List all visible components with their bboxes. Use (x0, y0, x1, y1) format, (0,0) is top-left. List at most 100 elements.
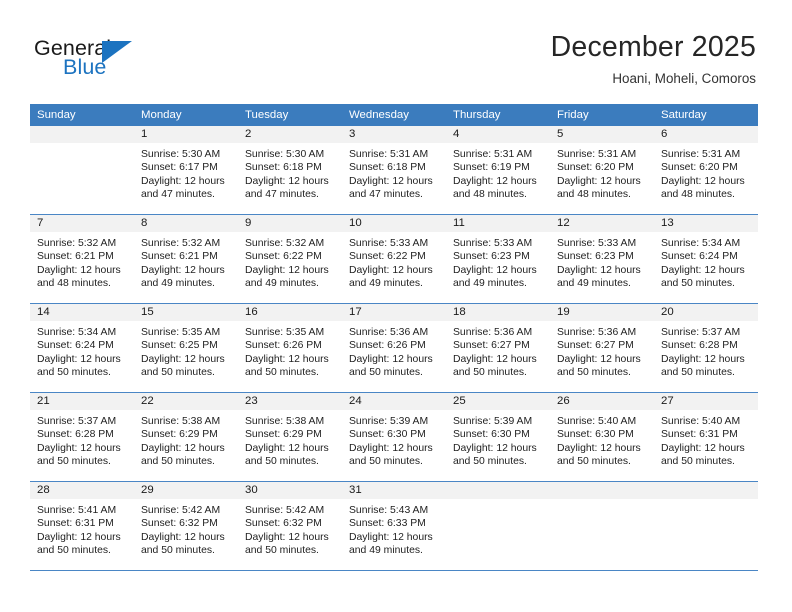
day-details: Sunrise: 5:42 AM Sunset: 6:32 PM Daylight:… (134, 499, 238, 558)
day-number: 19 (550, 304, 654, 321)
day-number: 22 (134, 393, 238, 410)
daylight-duration-line2: and 50 minutes. (661, 367, 735, 379)
calendar-day-cell[interactable]: 25 Sunrise: 5:39 AM Sunset: 6:30 PM Dayligh… (446, 392, 550, 482)
calendar-day-cell[interactable]: 22 Sunrise: 5:38 AM Sunset: 6:29 PM Dayligh… (134, 392, 238, 482)
day-details: Sunrise: 5:32 AM Sunset: 6:21 PM Daylight:… (30, 232, 134, 291)
daylight-duration-line1: Daylight: 12 hours (245, 175, 329, 187)
day-details: Sunrise: 5:31 AM Sunset: 6:20 PM Daylight:… (550, 143, 654, 202)
daylight-duration-line2: and 50 minutes. (245, 367, 319, 379)
calendar-day-cell[interactable]: 12 Sunrise: 5:33 AM Sunset: 6:23 PM Dayligh… (550, 214, 654, 304)
sunrise-time: Sunrise: 5:32 AM (37, 238, 117, 249)
sunset-time: Sunset: 6:27 PM (453, 340, 530, 352)
daylight-duration-line1: Daylight: 12 hours (661, 442, 745, 454)
calendar-page: General Blue December 2025 Hoani, Moheli… (0, 0, 792, 612)
sunset-time: Sunset: 6:25 PM (141, 340, 218, 352)
weekday-header-saturday: Saturday (654, 104, 758, 126)
sunrise-time: Sunrise: 5:43 AM (349, 505, 429, 516)
sunset-time: Sunset: 6:21 PM (141, 251, 218, 263)
daylight-duration-line1: Daylight: 12 hours (453, 175, 537, 187)
day-number (446, 482, 550, 499)
daylight-duration-line2: and 50 minutes. (141, 456, 215, 468)
daylight-duration-line2: and 50 minutes. (141, 545, 215, 557)
calendar-day-cell[interactable]: 16 Sunrise: 5:35 AM Sunset: 6:26 PM Dayligh… (238, 303, 342, 393)
sunset-time: Sunset: 6:23 PM (453, 251, 530, 263)
calendar-day-cell[interactable]: 21 Sunrise: 5:37 AM Sunset: 6:28 PM Dayligh… (30, 392, 134, 482)
calendar-day-cell[interactable]: 13 Sunrise: 5:34 AM Sunset: 6:24 PM Dayligh… (654, 214, 758, 304)
calendar-header-row: Sunday Monday Tuesday Wednesday Thursday… (30, 104, 758, 126)
calendar-day-cell[interactable]: 27 Sunrise: 5:40 AM Sunset: 6:31 PM Dayligh… (654, 392, 758, 482)
day-details: Sunrise: 5:36 AM Sunset: 6:27 PM Daylight:… (446, 321, 550, 380)
calendar-day-cell[interactable]: 8 Sunrise: 5:32 AM Sunset: 6:21 PM Daylight… (134, 214, 238, 304)
daylight-duration-line1: Daylight: 12 hours (141, 175, 225, 187)
calendar-day-cell[interactable]: 20 Sunrise: 5:37 AM Sunset: 6:28 PM Dayligh… (654, 303, 758, 393)
daylight-duration-line2: and 50 minutes. (349, 367, 423, 379)
calendar-day-cell[interactable]: 10 Sunrise: 5:33 AM Sunset: 6:22 PM Dayligh… (342, 214, 446, 304)
day-details: Sunrise: 5:35 AM Sunset: 6:25 PM Daylight:… (134, 321, 238, 380)
daylight-duration-line1: Daylight: 12 hours (141, 442, 225, 454)
calendar-day-cell[interactable]: 19 Sunrise: 5:36 AM Sunset: 6:27 PM Dayligh… (550, 303, 654, 393)
sunset-time: Sunset: 6:28 PM (37, 429, 114, 441)
day-number: 20 (654, 304, 758, 321)
sunrise-time: Sunrise: 5:30 AM (245, 149, 325, 160)
day-details: Sunrise: 5:39 AM Sunset: 6:30 PM Daylight:… (342, 410, 446, 469)
day-number: 16 (238, 304, 342, 321)
day-number: 2 (238, 126, 342, 143)
sunset-time: Sunset: 6:31 PM (661, 429, 738, 441)
sunset-time: Sunset: 6:17 PM (141, 162, 218, 174)
daylight-duration-line1: Daylight: 12 hours (141, 264, 225, 276)
calendar-day-cell[interactable]: 15 Sunrise: 5:35 AM Sunset: 6:25 PM Dayligh… (134, 303, 238, 393)
day-number (550, 482, 654, 499)
calendar-day-cell[interactable]: 4 Sunrise: 5:31 AM Sunset: 6:19 PM Daylight… (446, 126, 550, 215)
calendar-day-cell[interactable]: 5 Sunrise: 5:31 AM Sunset: 6:20 PM Daylight… (550, 126, 654, 215)
calendar-day-cell[interactable]: 29 Sunrise: 5:42 AM Sunset: 6:32 PM Dayligh… (134, 481, 238, 571)
calendar-day-cell[interactable]: 26 Sunrise: 5:40 AM Sunset: 6:30 PM Dayligh… (550, 392, 654, 482)
sunrise-time: Sunrise: 5:36 AM (557, 327, 637, 338)
sunset-time: Sunset: 6:30 PM (349, 429, 426, 441)
sunrise-time: Sunrise: 5:42 AM (245, 505, 325, 516)
sunrise-time: Sunrise: 5:38 AM (141, 416, 221, 427)
daylight-duration-line1: Daylight: 12 hours (661, 353, 745, 365)
day-number: 17 (342, 304, 446, 321)
sunrise-time: Sunrise: 5:33 AM (453, 238, 533, 249)
calendar-day-cell[interactable]: 24 Sunrise: 5:39 AM Sunset: 6:30 PM Dayligh… (342, 392, 446, 482)
day-number: 9 (238, 215, 342, 232)
sunset-time: Sunset: 6:22 PM (349, 251, 426, 263)
sunset-time: Sunset: 6:18 PM (349, 162, 426, 174)
calendar-day-cell[interactable]: 11 Sunrise: 5:33 AM Sunset: 6:23 PM Dayligh… (446, 214, 550, 304)
calendar-day-cell[interactable]: 31 Sunrise: 5:43 AM Sunset: 6:33 PM Dayligh… (342, 481, 446, 571)
calendar-day-cell[interactable]: 23 Sunrise: 5:38 AM Sunset: 6:29 PM Dayligh… (238, 392, 342, 482)
sunset-time: Sunset: 6:33 PM (349, 518, 426, 530)
day-details: Sunrise: 5:30 AM Sunset: 6:18 PM Daylight:… (238, 143, 342, 202)
sunrise-time: Sunrise: 5:36 AM (349, 327, 429, 338)
calendar-week-row: 1 Sunrise: 5:30 AM Sunset: 6:17 PM Daylight… (30, 126, 758, 215)
calendar-day-cell[interactable]: 28 Sunrise: 5:41 AM Sunset: 6:31 PM Dayligh… (30, 481, 134, 571)
sunrise-time: Sunrise: 5:35 AM (245, 327, 325, 338)
calendar-day-cell[interactable]: 1 Sunrise: 5:30 AM Sunset: 6:17 PM Daylight… (134, 126, 238, 215)
calendar-day-cell[interactable]: 6 Sunrise: 5:31 AM Sunset: 6:20 PM Daylight… (654, 126, 758, 215)
daylight-duration-line1: Daylight: 12 hours (141, 531, 225, 543)
sunrise-time: Sunrise: 5:40 AM (661, 416, 741, 427)
sunset-time: Sunset: 6:28 PM (661, 340, 738, 352)
daylight-duration-line2: and 50 minutes. (37, 367, 111, 379)
day-number: 8 (134, 215, 238, 232)
day-number: 18 (446, 304, 550, 321)
sunrise-time: Sunrise: 5:35 AM (141, 327, 221, 338)
calendar-day-cell[interactable]: 2 Sunrise: 5:30 AM Sunset: 6:18 PM Daylight… (238, 126, 342, 215)
sunrise-time: Sunrise: 5:33 AM (557, 238, 637, 249)
day-number: 24 (342, 393, 446, 410)
calendar-day-cell[interactable]: 7 Sunrise: 5:32 AM Sunset: 6:21 PM Daylight… (30, 214, 134, 304)
daylight-duration-line2: and 50 minutes. (349, 456, 423, 468)
calendar-day-cell[interactable]: 3 Sunrise: 5:31 AM Sunset: 6:18 PM Daylight… (342, 126, 446, 215)
calendar-day-cell[interactable]: 30 Sunrise: 5:42 AM Sunset: 6:32 PM Dayligh… (238, 481, 342, 571)
day-number: 13 (654, 215, 758, 232)
day-number (30, 126, 134, 143)
daylight-duration-line2: and 50 minutes. (453, 456, 527, 468)
brand-logo[interactable]: General Blue (34, 36, 264, 88)
sunrise-time: Sunrise: 5:41 AM (37, 505, 117, 516)
calendar-day-cell[interactable]: 17 Sunrise: 5:36 AM Sunset: 6:26 PM Dayligh… (342, 303, 446, 393)
daylight-duration-line2: and 50 minutes. (557, 367, 631, 379)
daylight-duration-line1: Daylight: 12 hours (453, 264, 537, 276)
calendar-day-cell[interactable]: 9 Sunrise: 5:32 AM Sunset: 6:22 PM Daylight… (238, 214, 342, 304)
calendar-day-cell[interactable]: 14 Sunrise: 5:34 AM Sunset: 6:24 PM Dayligh… (30, 303, 134, 393)
calendar-day-cell[interactable]: 18 Sunrise: 5:36 AM Sunset: 6:27 PM Dayligh… (446, 303, 550, 393)
